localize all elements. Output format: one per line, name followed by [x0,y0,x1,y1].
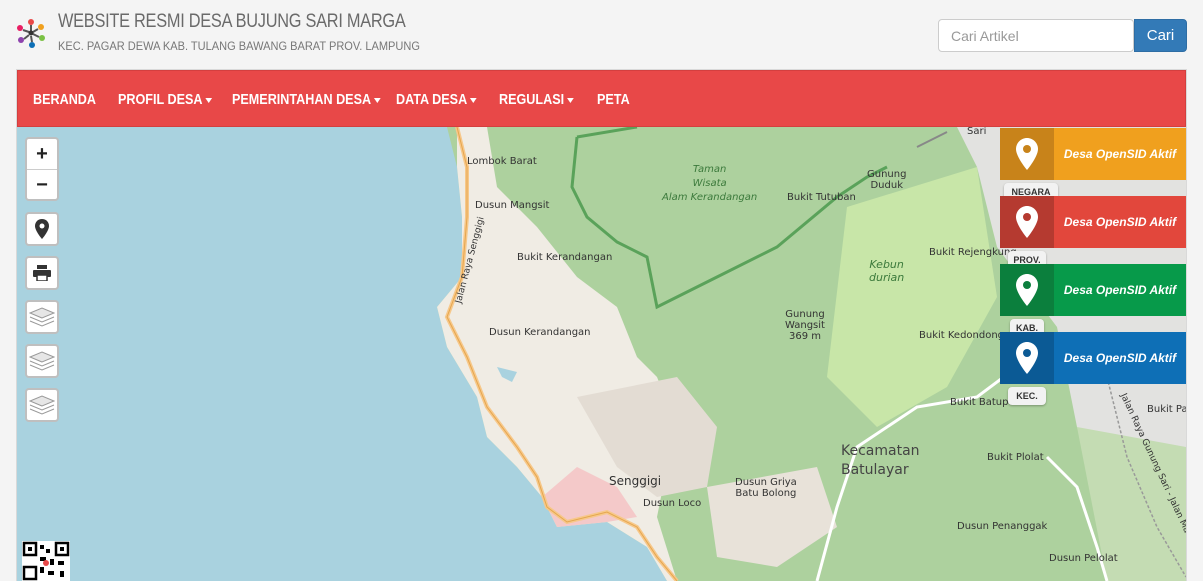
zoom-control: + − [25,137,59,201]
locate-button[interactable] [25,212,59,246]
nav-label: PEMERINTAHAN DESA [232,91,372,108]
map-label: Bukit Pat [1147,404,1186,415]
nav-item-pemerintahan-desa[interactable]: PEMERINTAHAN DESA [232,91,381,108]
zoom-in-button[interactable]: + [27,139,57,169]
region-panel-negara[interactable]: Desa OpenSID Aktif [1000,128,1186,180]
map-marker-icon [35,219,49,239]
map-label: Kecamatan Batulayar [841,443,920,478]
site-title[interactable]: WEBSITE RESMI DESA BUJUNG SARI MARGA [58,11,406,33]
region-icon-box [1000,128,1054,180]
region-panel-kec[interactable]: Desa OpenSID Aktif [1000,332,1186,384]
region-icon-box [1000,332,1054,384]
nav-item-data-desa[interactable]: DATA DESA [396,91,477,108]
region-status-text: Desa OpenSID Aktif [1063,283,1177,297]
map-label: Bukit Kedondong [919,330,1005,341]
layers-button[interactable] [25,300,59,334]
nav-item-beranda[interactable]: BERANDA [33,91,96,108]
zoom-out-button[interactable]: − [27,170,57,200]
print-button[interactable] [25,256,59,290]
region-tag-kec: KEC. [1008,387,1046,405]
nav-label: PROFIL DESA [118,91,203,108]
map-label: Taman Wisata Alam Kerandangan [662,164,758,203]
map-marker-icon [1016,206,1038,238]
nav-item-peta[interactable]: PETA [597,91,630,108]
layers-icon [29,351,55,371]
map-label: Senggigi [609,474,662,488]
search-input[interactable] [938,19,1134,52]
main-navbar: BERANDA PROFIL DESA PEMERINTAHAN DESA DA… [17,70,1186,127]
map-label: Bukit Tutuban [787,192,856,203]
caret-down-icon [205,97,212,103]
map-label: Dusun Penanggak [957,521,1048,532]
map-label: Dusun Mangsit [475,200,550,211]
map-label: Bukit Batupe [950,397,1015,408]
map-label: Gunung Duduk [867,169,907,191]
map-marker-icon [1016,342,1038,374]
nav-label: BERANDA [33,91,96,108]
map-marker-icon [1016,138,1038,170]
map-label: Bukit Plolat [987,452,1044,463]
map-label: Dusun Pelolat [1049,553,1118,564]
nav-label: DATA DESA [396,91,468,108]
caret-down-icon [373,97,381,103]
map-label: Lombok Barat [467,156,537,167]
map-label: Gunung Wangsit 369 m [785,309,825,342]
site-subtitle: KEC. PAGAR DEWA KAB. TULANG BAWANG BARAT… [58,39,420,53]
map-label: Kebun durian [869,258,905,284]
map-label: Sari [967,127,987,137]
print-icon [33,265,51,281]
site-header: WEBSITE RESMI DESA BUJUNG SARI MARGA KEC… [0,0,1203,68]
map-label: Bukit Rejengkung [929,247,1017,258]
layers-button[interactable] [25,388,59,422]
nav-item-regulasi[interactable]: REGULASI [499,91,574,108]
map-label: Dusun Griya Batu Bolong [735,477,797,499]
village-logo-icon[interactable] [14,16,48,50]
map-label: Bukit Kerandangan [517,252,613,263]
caret-down-icon [566,97,574,103]
nav-item-profil-desa[interactable]: PROFIL DESA [118,91,212,108]
map-label: Dusun Kerandangan [489,327,591,338]
qr-code-icon[interactable] [22,541,70,581]
layers-button[interactable] [25,344,59,378]
search-button[interactable]: Cari [1134,19,1187,52]
nav-label: PETA [597,91,630,108]
region-icon-box [1000,196,1054,248]
region-panel-prov[interactable]: Desa OpenSID Aktif [1000,196,1186,248]
map-marker-icon [1016,274,1038,306]
layers-icon [29,395,55,415]
region-status-text: Desa OpenSID Aktif [1063,147,1177,161]
nav-label: REGULASI [499,91,565,108]
region-status-text: Desa OpenSID Aktif [1063,215,1177,229]
caret-down-icon [469,97,477,103]
region-status-text: Desa OpenSID Aktif [1063,351,1177,365]
region-icon-box [1000,264,1054,316]
region-panel-kab[interactable]: Desa OpenSID Aktif [1000,264,1186,316]
map-label: Dusun Loco [643,498,702,509]
layers-icon [29,307,55,327]
